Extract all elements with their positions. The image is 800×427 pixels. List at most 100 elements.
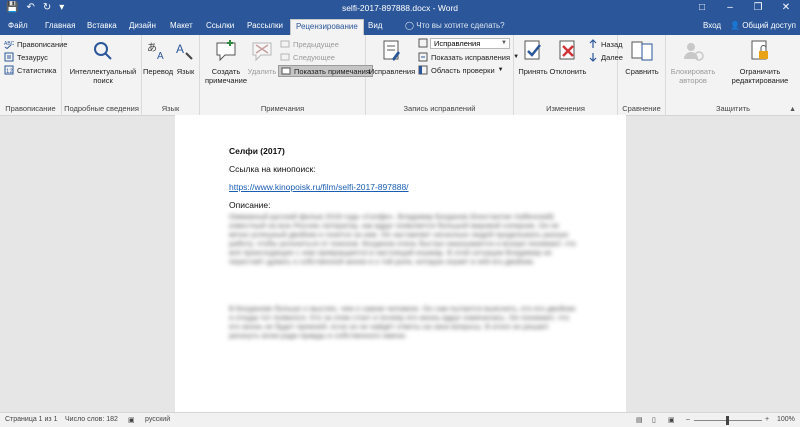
restrict-editing-label-2: редактирование — [731, 76, 789, 85]
maximize-icon[interactable]: ❐ — [744, 0, 772, 17]
tab-mailings[interactable]: Рассылки — [247, 21, 283, 30]
collapse-ribbon-icon[interactable]: ▲ — [789, 106, 796, 113]
tab-home[interactable]: Главная — [45, 21, 75, 30]
group-changes: Принять Отклонить Назад Далее Изменения — [514, 35, 623, 116]
show-comments-label: Показать примечания — [294, 66, 370, 76]
markup-view-dropdown[interactable]: Исправления ▼ — [430, 38, 510, 49]
doc-link-label: Ссылка на кинопоиск: — [229, 164, 316, 174]
read-mode-icon[interactable]: ▤ — [636, 416, 643, 424]
delete-comment-label: Удалить — [247, 67, 277, 76]
group-label-comments: Примечания — [260, 104, 305, 113]
doc-link-label-text: Ссылка на кинопоиск: — [229, 164, 316, 174]
status-word-count[interactable]: Число слов: 182 — [65, 416, 118, 423]
review-pane-button[interactable]: Область проверки ▼ — [418, 65, 504, 75]
group-label-tracking: Запись исправлений — [403, 104, 476, 113]
new-comment-button[interactable]: Создать примечание — [203, 39, 249, 85]
share-button[interactable]: 👤 Общий доступ — [727, 19, 799, 32]
block-authors-icon — [684, 43, 704, 61]
restrict-editing-label-1: Ограничить — [739, 67, 781, 76]
translate-button[interactable]: あA Перевод — [143, 39, 173, 76]
smart-lookup-icon — [94, 42, 112, 60]
close-icon[interactable]: ✕ — [772, 0, 800, 17]
tab-view[interactable]: Вид — [368, 21, 382, 30]
track-changes-label: Исправления — [368, 67, 416, 76]
next-change-icon — [589, 53, 597, 62]
tab-review[interactable]: Рецензирование — [290, 19, 364, 35]
tab-file[interactable]: Файл — [8, 21, 28, 30]
next-comment-button[interactable]: Следующее — [280, 52, 335, 62]
print-layout-icon[interactable]: ▯ — [652, 416, 656, 424]
group-tracking: Исправления Исправления ▼ Показать испра… — [366, 35, 519, 116]
doc-url-link[interactable]: https://www.kinopoisk.ru/film/selfi-2017… — [229, 182, 409, 192]
next-comment-icon — [280, 53, 290, 61]
next-comment-label: Следующее — [293, 52, 335, 62]
group-label-proofing: Правописание — [5, 104, 56, 113]
language-button[interactable]: A Язык — [172, 39, 199, 76]
review-pane-label: Область проверки — [431, 65, 495, 75]
show-markup-label: Показать исправления — [431, 52, 511, 62]
new-comment-label-1: Создать — [211, 67, 241, 76]
tab-layout[interactable]: Макет — [170, 21, 193, 30]
svg-text:あ: あ — [147, 42, 157, 54]
tab-insert[interactable]: Вставка — [87, 21, 117, 30]
spelling-button[interactable]: ABC Правописание — [4, 39, 67, 49]
show-comments-button[interactable]: Показать примечания — [278, 65, 373, 77]
tab-references[interactable]: Ссылки — [206, 21, 234, 30]
ribbon-display-options-icon[interactable]: □ — [688, 0, 716, 17]
share-label: Общий доступ — [742, 21, 796, 30]
translate-label: Перевод — [143, 67, 174, 76]
word-count-button[interactable]: 12 Статистика — [4, 65, 56, 75]
doc-paragraph-1: Оммажный русский фильм 2018 года «Селфи»… — [229, 212, 576, 266]
svg-text:A: A — [176, 42, 184, 56]
lightbulb-icon: ◯ — [405, 21, 414, 30]
previous-comment-button[interactable]: Предыдущее — [280, 39, 339, 49]
group-language: あA Перевод A Язык Язык — [142, 35, 200, 116]
word-count-label: Статистика — [17, 65, 57, 75]
svg-text:A: A — [157, 51, 164, 62]
show-markup-button[interactable]: Показать исправления ▼ — [418, 52, 519, 62]
accept-label: Принять — [518, 67, 548, 76]
track-changes-icon — [383, 40, 400, 61]
reject-label: Отклонить — [549, 67, 587, 76]
zoom-level[interactable]: 100% — [777, 416, 795, 423]
thesaurus-button[interactable]: Тезаурус — [4, 52, 48, 62]
doc-title: Селфи (2017) — [229, 146, 285, 156]
web-layout-icon[interactable]: ▣ — [668, 416, 675, 424]
tell-me-search[interactable]: ◯ Что вы хотите сделать? — [405, 21, 505, 30]
reject-button[interactable]: Отклонить — [548, 39, 588, 76]
accept-icon — [524, 40, 541, 60]
window-title: selfi-2017-897888.docx - Word — [341, 3, 459, 13]
markup-view-value: Исправления — [434, 39, 481, 48]
restrict-editing-button[interactable]: Ограничить редактирование — [722, 39, 798, 85]
show-markup-icon — [418, 52, 428, 62]
track-changes-button[interactable]: Исправления — [368, 39, 416, 76]
group-label-insights: Подробные сведения — [64, 104, 139, 113]
ribbon: ABC Правописание Тезаурус 12 Статистика … — [0, 35, 800, 116]
delete-comment-button[interactable]: Удалить — [247, 39, 277, 76]
sign-in-link[interactable]: Вход — [703, 21, 721, 30]
title-bar: 💾 ↶ ↻ ▾ selfi-2017-897888.docx - Word □ … — [0, 0, 800, 17]
zoom-in-icon[interactable]: + — [765, 416, 769, 423]
compare-icon — [631, 41, 653, 61]
zoom-slider-thumb[interactable] — [726, 416, 729, 425]
ribbon-tabs: Файл Главная Вставка Дизайн Макет Ссылки… — [0, 17, 800, 35]
accept-button[interactable]: Принять — [516, 39, 550, 76]
zoom-out-icon[interactable]: – — [686, 416, 690, 423]
proofing-status-icon[interactable]: ▣ — [128, 416, 135, 424]
minimize-icon[interactable]: – — [716, 0, 744, 17]
status-language[interactable]: русский — [145, 416, 170, 423]
status-page[interactable]: Страница 1 из 1 — [5, 416, 57, 423]
group-label-protect: Защитить — [715, 104, 751, 113]
previous-comment-icon — [280, 40, 290, 48]
smart-lookup-button[interactable]: Интеллектуальный поиск — [68, 39, 138, 85]
block-authors-button[interactable]: Блокировать авторов — [666, 39, 720, 85]
group-compare: Сравнить Сравнение — [618, 35, 666, 116]
translate-icon: あA — [147, 42, 164, 62]
compare-button[interactable]: Сравнить — [620, 39, 664, 76]
chevron-down-icon: ▼ — [501, 40, 507, 46]
tab-design[interactable]: Дизайн — [129, 21, 156, 30]
tell-me-text: Что вы хотите сделать? — [416, 21, 505, 30]
doc-description-label: Описание: — [229, 200, 271, 210]
compare-label: Сравнить — [625, 67, 659, 76]
chevron-down-icon: ▼ — [497, 67, 504, 73]
